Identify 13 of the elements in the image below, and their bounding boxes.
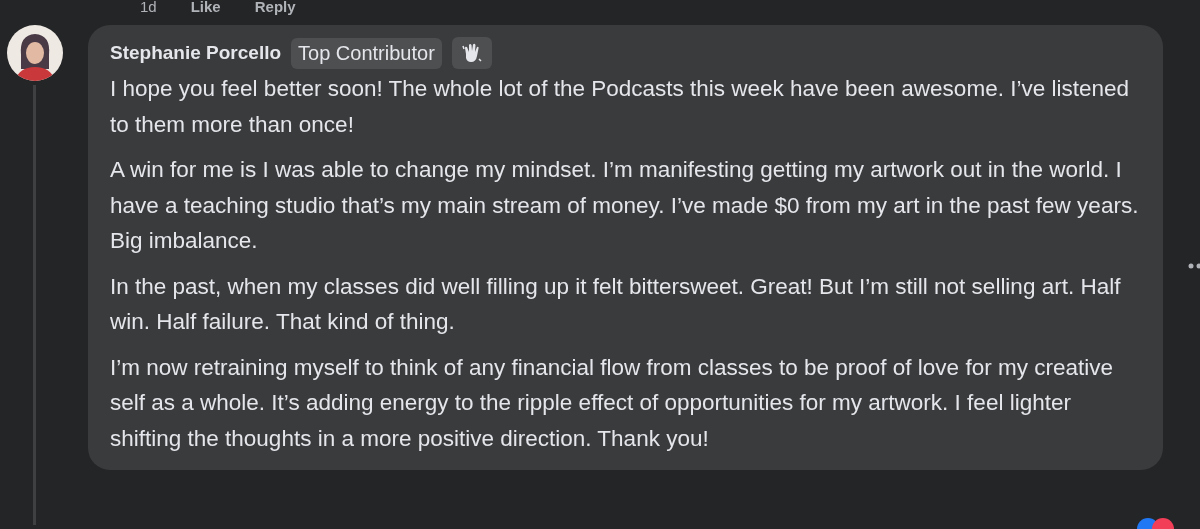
comment-paragraph: A win for me is I was able to change my mindset. I’m manifesting getting my artwork out in the world. I have a teaching studio that’s my main stream of money. I’ve made $0 from my art in the past few years. Big imbalance. (110, 156, 1140, 255)
comment-paragraph: I hope you feel better soon! The whole lot of the Podcasts this week have been awesome. I’ve listened to them more than once! (110, 75, 1130, 139)
author-name[interactable]: Stephanie Porcello (110, 42, 282, 64)
avatar[interactable] (7, 25, 63, 81)
comment-paragraph: In the past, when my classes did well filling up it felt bittersweet. Great! But I’m still not selling art. Half win. Half failure. That kind of thing. (110, 272, 1122, 336)
comment-action[interactable]: Like (190, 0, 221, 15)
comment-action[interactable]: Reply (254, 0, 296, 15)
waving-hand-icon (460, 42, 483, 64)
reaction-icons[interactable] (1136, 518, 1174, 529)
contributor-badge: Top Contributor (291, 37, 442, 69)
comment-paragraph: I’m now retraining myself to think of any financial flow from classes to be proof of love for my creative self as a whole. It’s adding energy to the ripple effect of opportunities for my artwork. I feel lighter shifting the thoughts in a more positive direction. Thank you! (110, 353, 1114, 453)
comment-action[interactable]: 1d (140, 0, 157, 15)
more-options-icon[interactable] (1188, 262, 1200, 270)
